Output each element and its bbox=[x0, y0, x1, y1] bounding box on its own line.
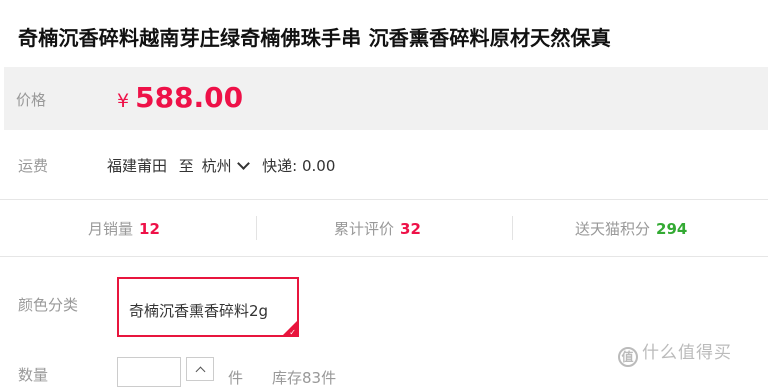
color-option-text: 奇楠沉香熏香碎料2g bbox=[129, 302, 269, 320]
monthly-sales-value: 12 bbox=[139, 220, 160, 238]
total-reviews[interactable]: 累计评价 32 bbox=[334, 218, 421, 239]
express-fee: 快递: 0.00 bbox=[262, 157, 336, 175]
price-label: 价格 bbox=[16, 91, 47, 109]
quantity-increase-button[interactable] bbox=[186, 357, 214, 381]
color-option-selected[interactable]: 奇楠沉香熏香碎料2g ✓ bbox=[117, 277, 299, 337]
check-icon: ✓ bbox=[289, 328, 296, 337]
product-title: 奇楠沉香碎料越南芽庄绿奇楠佛珠手串 沉香熏香碎料原材天然保真 bbox=[18, 26, 611, 50]
color-category-label: 颜色分类 bbox=[18, 296, 79, 314]
tmall-points-label: 送天猫积分 bbox=[575, 220, 651, 238]
currency-symbol: ¥ bbox=[117, 90, 130, 112]
quantity-input[interactable] bbox=[117, 357, 181, 387]
chevron-down-icon[interactable] bbox=[237, 156, 251, 170]
total-reviews-label: 累计评价 bbox=[334, 220, 395, 238]
stats-divider bbox=[512, 216, 513, 240]
stock-count: 库存83件 bbox=[272, 369, 337, 387]
destination-city-selector[interactable]: 杭州 bbox=[202, 155, 232, 176]
tmall-points-value: 294 bbox=[656, 220, 688, 238]
monthly-sales-label: 月销量 bbox=[88, 220, 134, 238]
shipping-info: 福建莆田 至 杭州 快递: 0.00 bbox=[107, 155, 335, 176]
watermark-text: 什么值得买 bbox=[642, 343, 732, 363]
tmall-points: 送天猫积分 294 bbox=[575, 218, 687, 239]
zhi-logo-icon: 值 bbox=[618, 347, 638, 367]
price-amount: 588.00 bbox=[135, 81, 244, 114]
quantity-label: 数量 bbox=[18, 366, 49, 384]
price-band: 价格 ¥588.00 bbox=[4, 67, 768, 130]
watermark: 值什么值得买 bbox=[618, 338, 732, 367]
shipping-to-label: 至 bbox=[178, 157, 194, 175]
monthly-sales: 月销量 12 bbox=[88, 218, 160, 239]
shipping-origin: 福建莆田 bbox=[107, 157, 168, 175]
stats-bar: 月销量 12 累计评价 32 送天猫积分 294 bbox=[0, 199, 768, 257]
total-reviews-value: 32 bbox=[400, 220, 421, 238]
price-value: ¥588.00 bbox=[117, 81, 243, 114]
quantity-unit: 件 bbox=[228, 369, 244, 387]
stats-divider bbox=[256, 216, 257, 240]
shipping-label: 运费 bbox=[18, 157, 49, 175]
